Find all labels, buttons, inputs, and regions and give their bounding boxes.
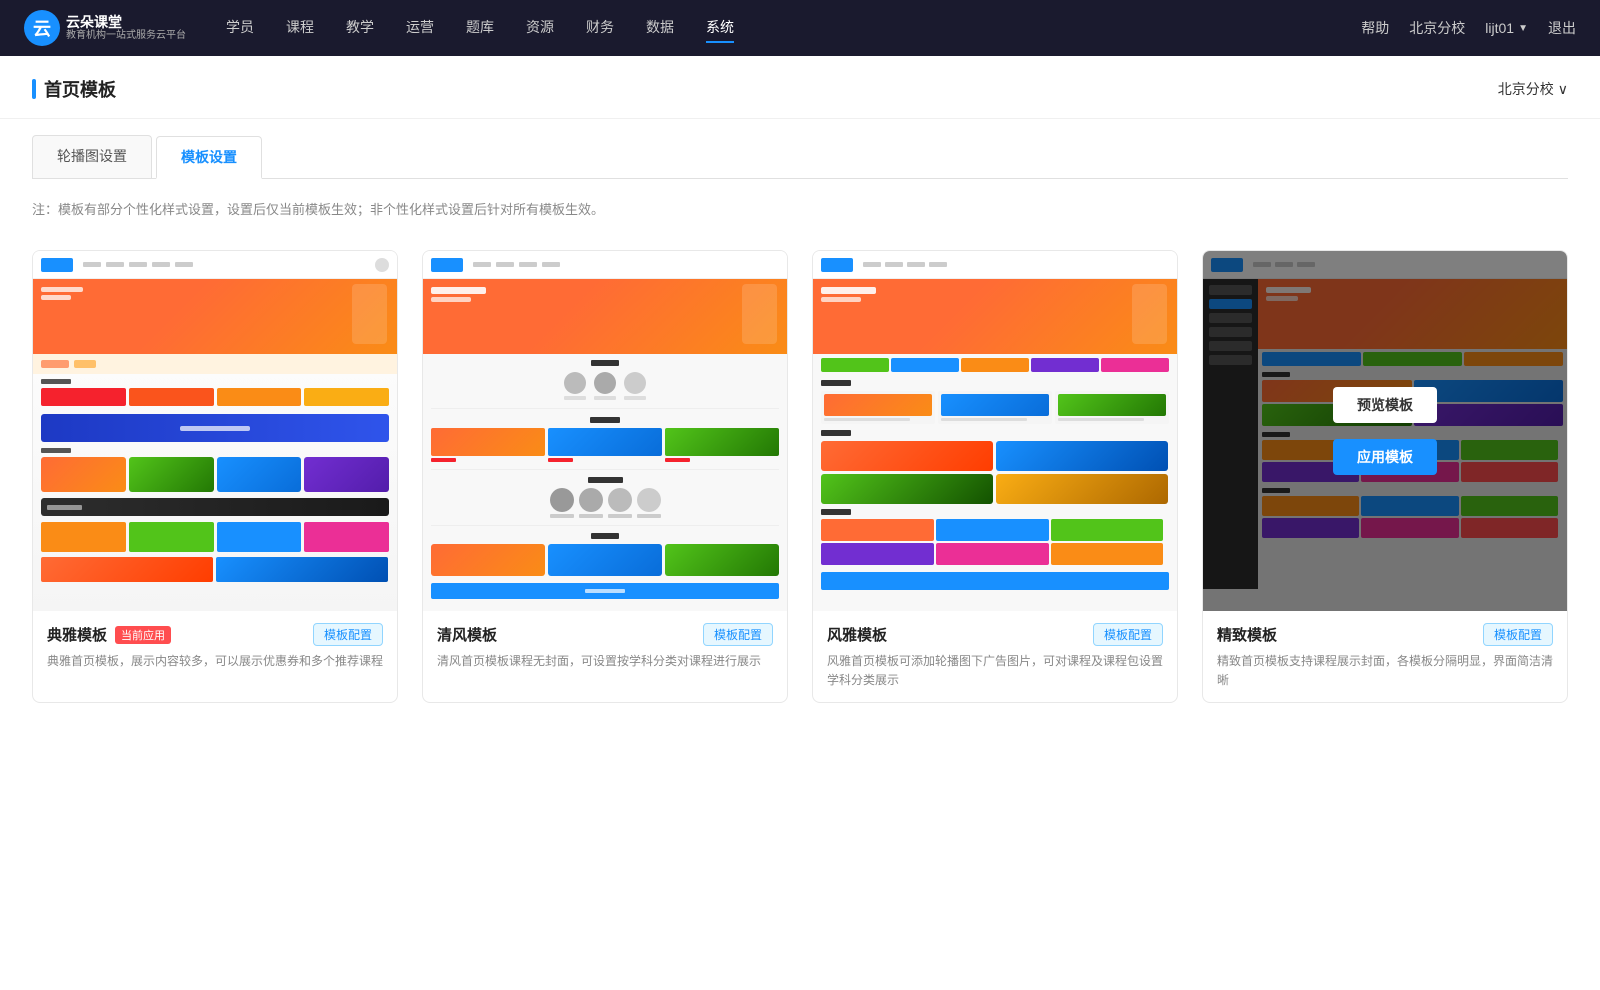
menu-item-resources[interactable]: 资源 [526,13,554,43]
branch-link[interactable]: 北京分校 [1409,18,1465,38]
nav-right: 帮助 北京分校 lijt01 ▼ 退出 [1361,18,1576,38]
template-name-row-jingzhi: 精致模板 模板配置 [1217,623,1553,646]
template-preview-jingzhi: 预览模板 应用模板 [1203,251,1567,611]
menu-item-question-bank[interactable]: 题库 [466,13,494,43]
template-preview-qingfeng: 预览模板 应用模板 [423,251,787,611]
tabs: 轮播图设置 模板设置 [32,135,1568,179]
template-info-jingzhi: 精致模板 模板配置 精致首页模板支持课程展示封面，各模板分隔明显，界面简洁清晰 [1203,611,1567,702]
menu-item-students[interactable]: 学员 [226,13,254,43]
template-desc-diancha: 典雅首页模板，展示内容较多，可以展示优惠券和多个推荐课程 [47,652,383,671]
template-desc-qingfeng: 清风首页模板课程无封面，可设置按学科分类对课程进行展示 [437,652,773,671]
template-card-qingfeng[interactable]: 预览模板 应用模板 清风模板 模板配置 清风首页模板课程无封面，可设置按学科分类… [422,250,788,703]
template-card-fengya[interactable]: 预览模板 应用模板 风雅模板 模板配置 风雅首页模板可添加轮播图下广告图片，可对… [812,250,1178,703]
title-bar-decoration [32,79,36,99]
username: lijt01 [1485,20,1514,36]
branch-name: 北京分校 [1498,79,1554,99]
template-info-qingfeng: 清风模板 模板配置 清风首页模板课程无封面，可设置按学科分类对课程进行展示 [423,611,787,683]
main-menu: 学员 课程 教学 运营 题库 资源 财务 数据 系统 [226,13,1361,43]
branch-chevron-icon: ∨ [1558,81,1568,98]
logo-main-text: 云朵课堂 [66,14,186,31]
menu-item-data[interactable]: 数据 [646,13,674,43]
note-text: 注：模板有部分个性化样式设置，设置后仅当前模板生效；非个性化样式设置后针对所有模… [0,179,1600,226]
template-name-diancha: 典雅模板 [47,624,107,645]
tab-template[interactable]: 模板设置 [156,136,262,179]
menu-item-finance[interactable]: 财务 [586,13,614,43]
template-info-diancha: 典雅模板 当前应用 模板配置 典雅首页模板，展示内容较多，可以展示优惠券和多个推… [33,611,397,683]
help-link[interactable]: 帮助 [1361,18,1389,38]
page-header: 首页模板 北京分校 ∨ [0,56,1600,119]
menu-item-system[interactable]: 系统 [706,13,734,43]
config-button-fengya[interactable]: 模板配置 [1093,623,1163,646]
page-title-wrapper: 首页模板 [32,76,116,102]
page-container: 首页模板 北京分校 ∨ 轮播图设置 模板设置 注：模板有部分个性化样式设置，设置… [0,56,1600,990]
template-name-row-diancha: 典雅模板 当前应用 模板配置 [47,623,383,646]
tabs-wrapper: 轮播图设置 模板设置 [0,119,1600,179]
template-name-row-qingfeng: 清风模板 模板配置 [437,623,773,646]
menu-item-courses[interactable]: 课程 [286,13,314,43]
current-badge-diancha: 当前应用 [115,626,171,644]
logo-icon: 云 [24,10,60,46]
preview-button-jingzhi[interactable]: 预览模板 [1333,387,1437,423]
apply-button-jingzhi[interactable]: 应用模板 [1333,439,1437,475]
logout-button[interactable]: 退出 [1548,18,1576,38]
config-button-jingzhi[interactable]: 模板配置 [1483,623,1553,646]
template-card-diancha[interactable]: 预览模板 应用模板 典雅模板 当前应用 模板配置 典雅首页模板，展示内容较多，可… [32,250,398,703]
tab-carousel[interactable]: 轮播图设置 [32,135,152,178]
logo-sub-text: 教育机构一站式服务云平台 [66,30,186,42]
template-info-fengya: 风雅模板 模板配置 风雅首页模板可添加轮播图下广告图片，可对课程及课程包设置学科… [813,611,1177,702]
page-title: 首页模板 [44,76,116,102]
template-name-jingzhi: 精致模板 [1217,624,1277,645]
template-name-qingfeng: 清风模板 [437,624,497,645]
top-navigation: 云 云朵课堂 教育机构一站式服务云平台 学员 课程 教学 运营 题库 资源 财务… [0,0,1600,56]
template-preview-diancha: 预览模板 应用模板 [33,251,397,611]
template-card-jingzhi[interactable]: 预览模板 应用模板 精致模板 模板配置 精致首页模板支持课程展示封面，各模板分隔… [1202,250,1568,703]
logo[interactable]: 云 云朵课堂 教育机构一站式服务云平台 [24,10,186,46]
template-desc-jingzhi: 精致首页模板支持课程展示封面，各模板分隔明显，界面简洁清晰 [1217,652,1553,690]
templates-grid: 预览模板 应用模板 典雅模板 当前应用 模板配置 典雅首页模板，展示内容较多，可… [0,226,1600,727]
menu-item-teaching[interactable]: 教学 [346,13,374,43]
config-button-qingfeng[interactable]: 模板配置 [703,623,773,646]
branch-selector[interactable]: 北京分校 ∨ [1498,79,1568,99]
config-button-diancha[interactable]: 模板配置 [313,623,383,646]
template-desc-fengya: 风雅首页模板可添加轮播图下广告图片，可对课程及课程包设置学科分类展示 [827,652,1163,690]
menu-item-operations[interactable]: 运营 [406,13,434,43]
template-name-fengya: 风雅模板 [827,624,887,645]
user-dropdown[interactable]: lijt01 ▼ [1485,20,1528,36]
chevron-down-icon: ▼ [1518,23,1528,34]
template-preview-fengya: 预览模板 应用模板 [813,251,1177,611]
template-name-row-fengya: 风雅模板 模板配置 [827,623,1163,646]
template-overlay-jingzhi: 预览模板 应用模板 [1203,251,1567,611]
